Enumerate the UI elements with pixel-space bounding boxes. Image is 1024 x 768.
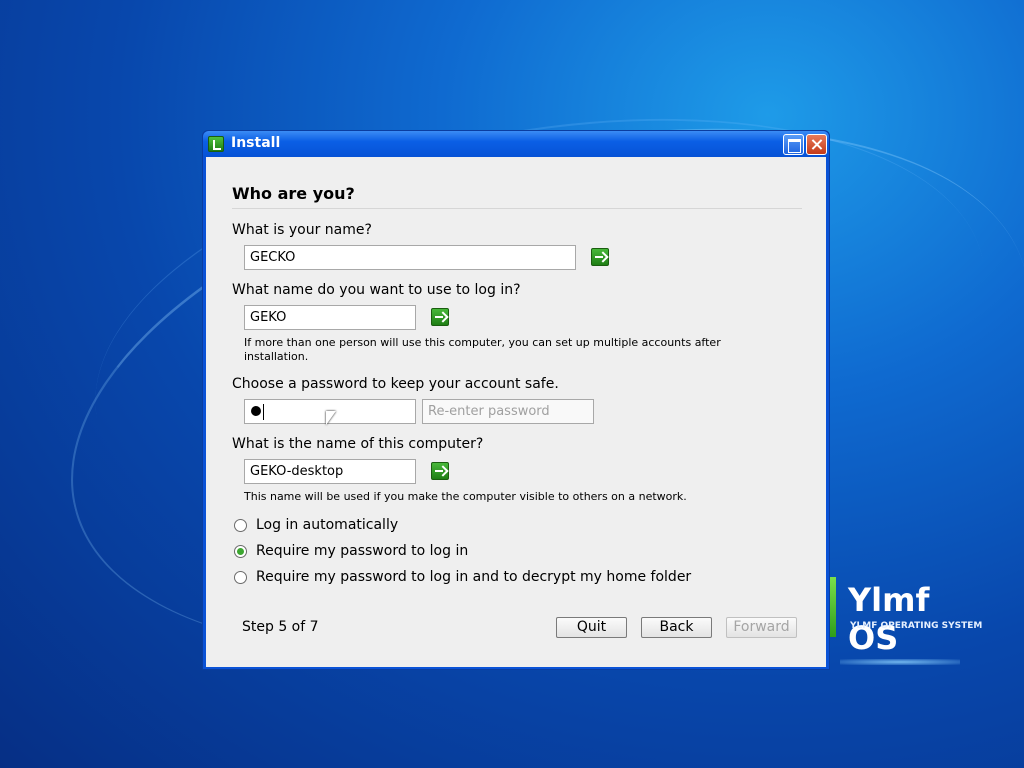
username-input[interactable]: GEKO [244, 305, 416, 330]
brand-glow [840, 659, 960, 665]
back-button[interactable]: Back [641, 617, 712, 638]
computer-name-label: What is the name of this computer? [232, 436, 484, 452]
arrow-right-icon[interactable] [431, 462, 449, 480]
quit-button[interactable]: Quit [556, 617, 627, 638]
computer-name-input[interactable]: GEKO-desktop [244, 459, 416, 484]
text-caret [263, 404, 264, 420]
maximize-button[interactable] [783, 134, 804, 155]
forward-button[interactable]: Forward [726, 617, 797, 638]
desktop-brand-logo: Ylmf OS YLMF OPERATING SYSTEM [830, 577, 990, 665]
heading-divider [232, 208, 802, 209]
login-hint-line2: installation. [244, 350, 309, 363]
page-title: Who are you? [232, 184, 355, 203]
radio-button-checked[interactable] [234, 545, 247, 558]
brand-name: Ylmf OS [848, 581, 930, 657]
arrow-right-icon[interactable] [431, 308, 449, 326]
password-label: Choose a password to keep your account s… [232, 376, 559, 392]
password-dot [251, 406, 261, 416]
close-button[interactable] [806, 134, 827, 155]
title-bar[interactable]: Install [203, 131, 829, 157]
radio-label: Log in automatically [256, 517, 399, 533]
radio-button[interactable] [234, 571, 247, 584]
arrow-right-icon[interactable] [591, 248, 609, 266]
mouse-cursor-icon [326, 411, 336, 425]
step-indicator: Step 5 of 7 [242, 619, 319, 635]
login-hint-line1: If more than one person will use this co… [244, 336, 721, 349]
radio-label: Require my password to log in and to dec… [256, 569, 692, 585]
login-label: What name do you want to use to log in? [232, 282, 521, 298]
install-window: Install Who are you? What is your name? … [202, 130, 830, 670]
brand-subtitle: YLMF OPERATING SYSTEM [850, 621, 983, 631]
app-icon [208, 136, 224, 152]
password-confirm-input[interactable]: Re-enter password [422, 399, 594, 424]
computer-name-hint: This name will be used if you make the c… [244, 490, 687, 503]
radio-label: Require my password to log in [256, 543, 469, 559]
name-label: What is your name? [232, 222, 372, 238]
full-name-input[interactable]: GECKO [244, 245, 576, 270]
brand-bar [830, 577, 836, 637]
window-title: Install [231, 135, 281, 151]
window-content: Who are you? What is your name? GECKO Wh… [206, 157, 826, 667]
radio-button[interactable] [234, 519, 247, 532]
